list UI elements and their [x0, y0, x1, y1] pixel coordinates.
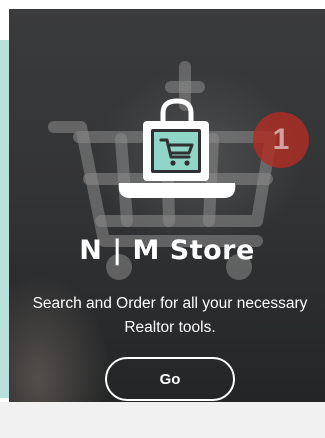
store-card[interactable]: 1 N | M Store Search and Order for all y…: [9, 9, 325, 402]
go-button[interactable]: Go: [105, 357, 235, 401]
shopping-cart-icon: [48, 61, 277, 280]
shopping-bag-laptop-icon: [118, 98, 236, 198]
store-title: N | M Store: [79, 235, 255, 266]
store-description: Search and Order for all your necessary …: [32, 295, 308, 336]
bottom-strip: [0, 402, 325, 438]
top-strip: [0, 0, 325, 9]
cart-count-badge: 1: [253, 112, 309, 168]
